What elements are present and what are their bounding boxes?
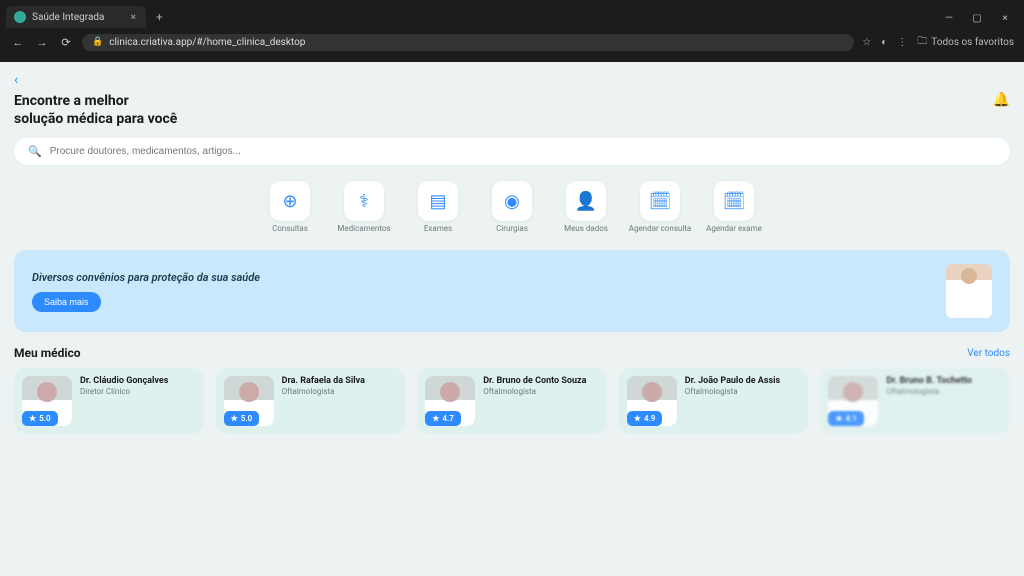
headline-line2: solução médica para você: [14, 110, 177, 128]
category-label: Medicamentos: [337, 225, 390, 234]
category-label: Agendar exame: [706, 225, 762, 234]
doctor-name: Dr. Bruno de Conto Souza: [483, 376, 586, 386]
url-text: clinica.criativa.app/#/home_clinica_desk…: [109, 37, 305, 48]
category-consultas[interactable]: ⊕ Consultas: [258, 181, 322, 234]
maximize-icon[interactable]: ▢: [968, 13, 986, 24]
favorites-label: Todos os favoritos: [931, 37, 1014, 48]
star-icon: ★: [634, 414, 641, 423]
banner-person-image: [946, 264, 992, 318]
rating-value: 5.0: [39, 414, 50, 423]
folder-icon: 🗀: [917, 34, 927, 51]
promo-banner: Diversos convênios para proteção da sua …: [14, 250, 1010, 332]
doctor-name: Dr. Cláudio Gonçalves: [80, 376, 168, 386]
minimize-icon[interactable]: —: [940, 13, 958, 24]
window-controls: — ▢ ×: [930, 9, 1024, 28]
rating-value: 4.9: [644, 414, 655, 423]
doctor-name: Dr. Bruno B. Tochetto: [886, 376, 972, 386]
doctor-role: Oftalmologista: [685, 387, 780, 396]
doctor-role: Diretor Clínico: [80, 387, 168, 396]
category-label: Agendar consulta: [629, 225, 692, 234]
doctor-name: Dra. Rafaela da Silva: [282, 376, 365, 386]
search-bar[interactable]: 🔍: [14, 138, 1010, 165]
category-label: Exames: [424, 225, 452, 234]
eye-icon: ◉: [504, 191, 520, 212]
star-icon: ★: [231, 414, 238, 423]
star-icon: ★: [432, 414, 439, 423]
star-icon[interactable]: ☆: [862, 37, 871, 48]
tab-title: Saúde Integrada: [32, 12, 104, 23]
person-icon: 👤: [575, 191, 597, 212]
doctor-row: Dr. Cláudio Gonçalves Diretor Clínico ★5…: [14, 368, 1010, 434]
favicon-icon: [14, 11, 26, 23]
doctor-card[interactable]: Dr. João Paulo de Assis Oftalmologista ★…: [619, 368, 809, 434]
browser-tabbar: Saúde Integrada × + — ▢ ×: [0, 0, 1024, 28]
headline-line1: Encontre a melhor: [14, 92, 177, 110]
category-agendar-consulta[interactable]: 🗓 Agendar consulta: [628, 181, 692, 234]
rating-badge: ★5.0: [22, 411, 58, 426]
doctor-card[interactable]: Dr. Bruno de Conto Souza Oftalmologista …: [417, 368, 607, 434]
view-all-link[interactable]: Ver todos: [967, 348, 1010, 359]
forward-icon[interactable]: →: [34, 36, 50, 49]
new-tab-button[interactable]: +: [150, 6, 169, 28]
category-label: Cirurgias: [496, 225, 528, 234]
page-back-icon[interactable]: ‹: [14, 72, 18, 88]
notification-bell-icon[interactable]: 🔔: [993, 92, 1010, 108]
url-field[interactable]: 🔒 clinica.criativa.app/#/home_clinica_de…: [82, 34, 854, 51]
doctor-card[interactable]: Dra. Rafaela da Silva Oftalmologista ★5.…: [216, 368, 406, 434]
doctor-role: Oftalmologista: [282, 387, 365, 396]
lock-icon: 🔒: [92, 37, 103, 47]
doctor-role: Oftalmologista: [483, 387, 586, 396]
address-bar: ← → ⟳ 🔒 clinica.criativa.app/#/home_clin…: [0, 28, 1024, 56]
rating-badge: ★4.9: [627, 411, 663, 426]
pill-icon: ⚕: [359, 191, 369, 212]
menu-icon[interactable]: ⋮: [897, 37, 907, 48]
reload-icon[interactable]: ⟳: [58, 36, 74, 49]
calendar-icon: 🗓: [723, 191, 746, 212]
search-icon: 🔍: [28, 145, 42, 158]
rating-value: 4.1: [846, 414, 857, 423]
star-icon: ★: [29, 414, 36, 423]
category-meus-dados[interactable]: 👤 Meus dados: [554, 181, 618, 234]
doctor-name: Dr. João Paulo de Assis: [685, 376, 780, 386]
category-label: Consultas: [272, 225, 308, 234]
briefcase-medical-icon: ⊕: [282, 191, 297, 212]
back-icon[interactable]: ←: [10, 36, 26, 49]
star-icon: ★: [835, 414, 842, 423]
rating-value: 5.0: [241, 414, 252, 423]
rating-value: 4.7: [442, 414, 453, 423]
section-title: Meu médico: [14, 346, 81, 360]
rating-badge: ★5.0: [224, 411, 260, 426]
clipboard-icon: ▤: [429, 191, 446, 212]
doctor-card[interactable]: Dr. Cláudio Gonçalves Diretor Clínico ★5…: [14, 368, 204, 434]
page-content: ‹ Encontre a melhor solução médica para …: [0, 62, 1024, 576]
browser-tab[interactable]: Saúde Integrada ×: [6, 6, 146, 28]
rating-badge: ★4.7: [425, 411, 461, 426]
category-label: Meus dados: [564, 225, 608, 234]
banner-text: Diversos convênios para proteção da sua …: [32, 271, 260, 284]
category-cirurgias[interactable]: ◉ Cirurgias: [480, 181, 544, 234]
close-tab-icon[interactable]: ×: [131, 12, 136, 23]
search-input[interactable]: [50, 146, 996, 157]
extension-icon[interactable]: ◐: [881, 37, 887, 48]
doctor-role: Oftalmologista: [886, 387, 972, 396]
calendar-icon: 🗓: [649, 191, 672, 212]
category-exames[interactable]: ▤ Exames: [406, 181, 470, 234]
all-favorites-button[interactable]: 🗀 Todos os favoritos: [917, 34, 1014, 51]
close-window-icon[interactable]: ×: [996, 13, 1014, 24]
category-agendar-exame[interactable]: 🗓 Agendar exame: [702, 181, 766, 234]
doctor-card[interactable]: Dr. Bruno B. Tochetto Oftalmologista ★ 4.…: [820, 368, 1010, 434]
category-medicamentos[interactable]: ⚕ Medicamentos: [332, 181, 396, 234]
rating-badge: ★ 4.1: [828, 411, 864, 426]
category-row: ⊕ Consultas ⚕ Medicamentos ▤ Exames ◉ Ci…: [14, 181, 1010, 234]
banner-cta-button[interactable]: Saiba mais: [32, 292, 101, 312]
